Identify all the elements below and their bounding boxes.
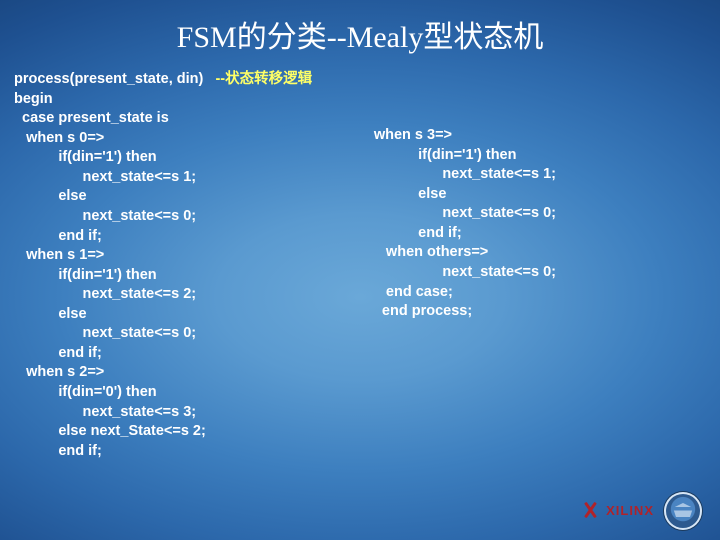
code-comment: --状态转移逻辑 [215, 71, 312, 87]
slide-title: FSM的分类--Mealy型状态机 [0, 0, 720, 56]
xilinx-x-icon [582, 502, 598, 518]
xilinx-wordmark: XILINX [606, 503, 654, 518]
code-line-process: process(present_state, din) [14, 71, 215, 87]
code-left-body: begin case present_state is when s 0=> i… [14, 91, 206, 459]
university-program-badge [664, 492, 702, 530]
slide: FSM的分类--Mealy型状态机 process(present_state,… [0, 0, 720, 540]
code-column-right: when s 3=> if(din='1') then next_state<=… [374, 70, 706, 526]
slide-body: process(present_state, din) --状态转移逻辑 beg… [14, 70, 706, 526]
code-column-left: process(present_state, din) --状态转移逻辑 beg… [14, 70, 374, 526]
footer-logos: XILINX [582, 492, 702, 530]
xilinx-logo: XILINX [582, 502, 654, 520]
